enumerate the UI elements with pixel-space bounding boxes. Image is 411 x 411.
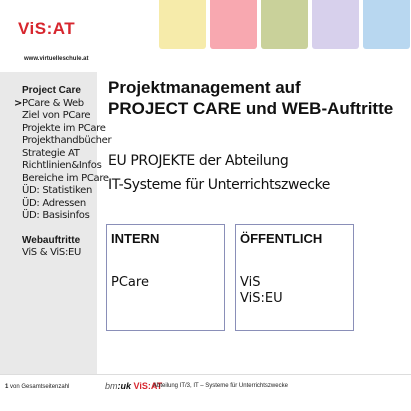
card-title: ÖFFENTLICH bbox=[240, 231, 323, 246]
color-tab-2[interactable] bbox=[159, 0, 206, 49]
page-title-line-1: Projektmanagement auf bbox=[108, 78, 301, 97]
subtitle-line-1: EU PROJEKTE der Abteilung bbox=[108, 153, 289, 169]
card-oeffentlich: ÖFFENTLICH ViS ViS:EU bbox=[235, 224, 354, 331]
sidebar-item-ziel-von-pcare[interactable]: Ziel von PCare bbox=[0, 110, 97, 123]
page-counter: 1 von Gesamtseitenzahl bbox=[5, 384, 69, 390]
footer-department-text: Abteilung IT/3, IT – Systeme für Unterri… bbox=[153, 383, 288, 389]
page-counter-suffix: von Gesamtseitenzahl bbox=[10, 384, 70, 390]
card-intern: INTERN PCare bbox=[106, 224, 225, 331]
page-title-line-2: PROJECT CARE und WEB-Auftritte bbox=[108, 99, 394, 118]
sidebar-item-richtlinien-infos[interactable]: Richtlinien&Infos bbox=[0, 160, 102, 173]
color-tab-3[interactable] bbox=[210, 0, 257, 49]
card-link-vis[interactable]: ViS bbox=[240, 275, 260, 290]
sidebar-item-pcare-web[interactable]: > PCare & Web bbox=[0, 98, 97, 111]
color-tab-1[interactable] bbox=[108, 0, 155, 49]
sidebar-nav: Project Care > PCare & Web Ziel von PCare… bbox=[0, 85, 112, 260]
sidebar-item-ud-adressen[interactable]: ÜD: Adressen bbox=[0, 198, 97, 211]
color-tab-5[interactable] bbox=[312, 0, 359, 49]
subtitle-line-2: IT-Systeme für Unterrichtszwecke bbox=[108, 177, 330, 193]
footer: 1 von Gesamtseitenzahl bm:uk ViS:AT Abte… bbox=[0, 374, 411, 411]
logo-area: ViS:AT www.virtuelleschule.at bbox=[0, 0, 97, 72]
logo-uk: :uk bbox=[117, 381, 132, 391]
page-number: 1 bbox=[5, 384, 9, 390]
sidebar-item-projekthandbuecher[interactable]: Projekthandbücher bbox=[0, 135, 112, 148]
current-page-arrow-icon: > bbox=[14, 97, 23, 109]
sidebar: ViS:AT www.virtuelleschule.at Project Ca… bbox=[0, 0, 112, 374]
website-url[interactable]: www.virtuelleschule.at bbox=[24, 56, 88, 62]
color-tab-6[interactable] bbox=[363, 0, 410, 49]
nav-section-webauftritte[interactable]: Webauftritte bbox=[0, 235, 97, 248]
sidebar-item-ud-basisinfos[interactable]: ÜD: Basisinfos bbox=[0, 210, 97, 223]
sidebar-item-strategie-at[interactable]: Strategie AT bbox=[0, 148, 97, 161]
sidebar-item-projekte-im-pcare[interactable]: Projekte im PCare bbox=[0, 123, 106, 136]
card-link-pcare[interactable]: PCare bbox=[111, 275, 149, 290]
color-tab-4[interactable] bbox=[261, 0, 308, 49]
card-title: INTERN bbox=[111, 231, 160, 246]
logo-bm: bm bbox=[105, 381, 118, 391]
sidebar-item-label: PCare & Web bbox=[22, 97, 84, 109]
sidebar-item-vis-vis-eu[interactable]: ViS & ViS:EU bbox=[0, 247, 97, 260]
sidebar-item-bereiche-im-pcare[interactable]: Bereiche im PCare bbox=[0, 173, 109, 186]
nav-section-project-care: Project Care bbox=[22, 85, 81, 96]
card-link-vis-eu[interactable]: ViS:EU bbox=[240, 291, 283, 306]
vis-at-logo[interactable]: ViS:AT bbox=[18, 19, 75, 39]
sidebar-item-ud-statistiken[interactable]: ÜD: Statistiken bbox=[0, 185, 97, 198]
